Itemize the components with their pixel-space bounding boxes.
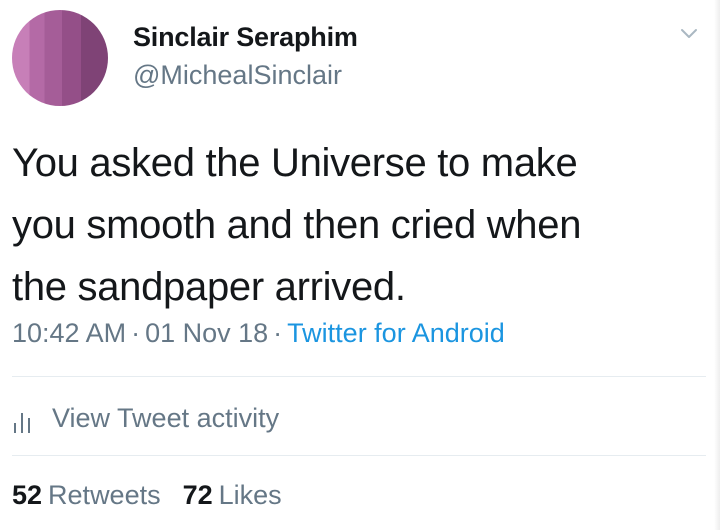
divider [12, 376, 706, 377]
bar-chart-icon [14, 413, 30, 433]
chevron-down-icon[interactable] [679, 24, 699, 44]
likes-stat[interactable]: 72 Likes [183, 480, 282, 511]
tweet-stats: 52 Retweets 72 Likes [12, 480, 304, 511]
divider [12, 455, 706, 456]
user-handle[interactable]: @MichealSinclair [133, 60, 342, 91]
tweet-source-link[interactable]: Twitter for Android [287, 318, 505, 348]
retweets-label: Retweets [48, 480, 161, 510]
scrollbar-edge [714, 0, 720, 530]
tweet-meta: 10:42 AM · 01 Nov 18 · Twitter for Android [12, 318, 505, 349]
tweet-text: You asked the Universe to make you smoot… [12, 141, 582, 309]
tweet-date: 01 Nov 18 [145, 318, 269, 348]
retweets-count: 52 [12, 480, 43, 510]
tweet-card: Sinclair Seraphim @MichealSinclair You a… [0, 0, 720, 530]
likes-count: 72 [182, 480, 213, 510]
retweets-stat[interactable]: 52 Retweets [12, 480, 161, 511]
meta-separator: · [131, 318, 141, 348]
meta-separator: · [273, 318, 283, 348]
view-activity-button[interactable]: View Tweet activity [12, 398, 279, 438]
likes-label: Likes [218, 480, 282, 510]
tweet-time: 10:42 AM [12, 318, 127, 348]
avatar[interactable] [12, 10, 108, 106]
display-name[interactable]: Sinclair Seraphim [133, 22, 358, 53]
view-activity-label: View Tweet activity [52, 402, 280, 433]
